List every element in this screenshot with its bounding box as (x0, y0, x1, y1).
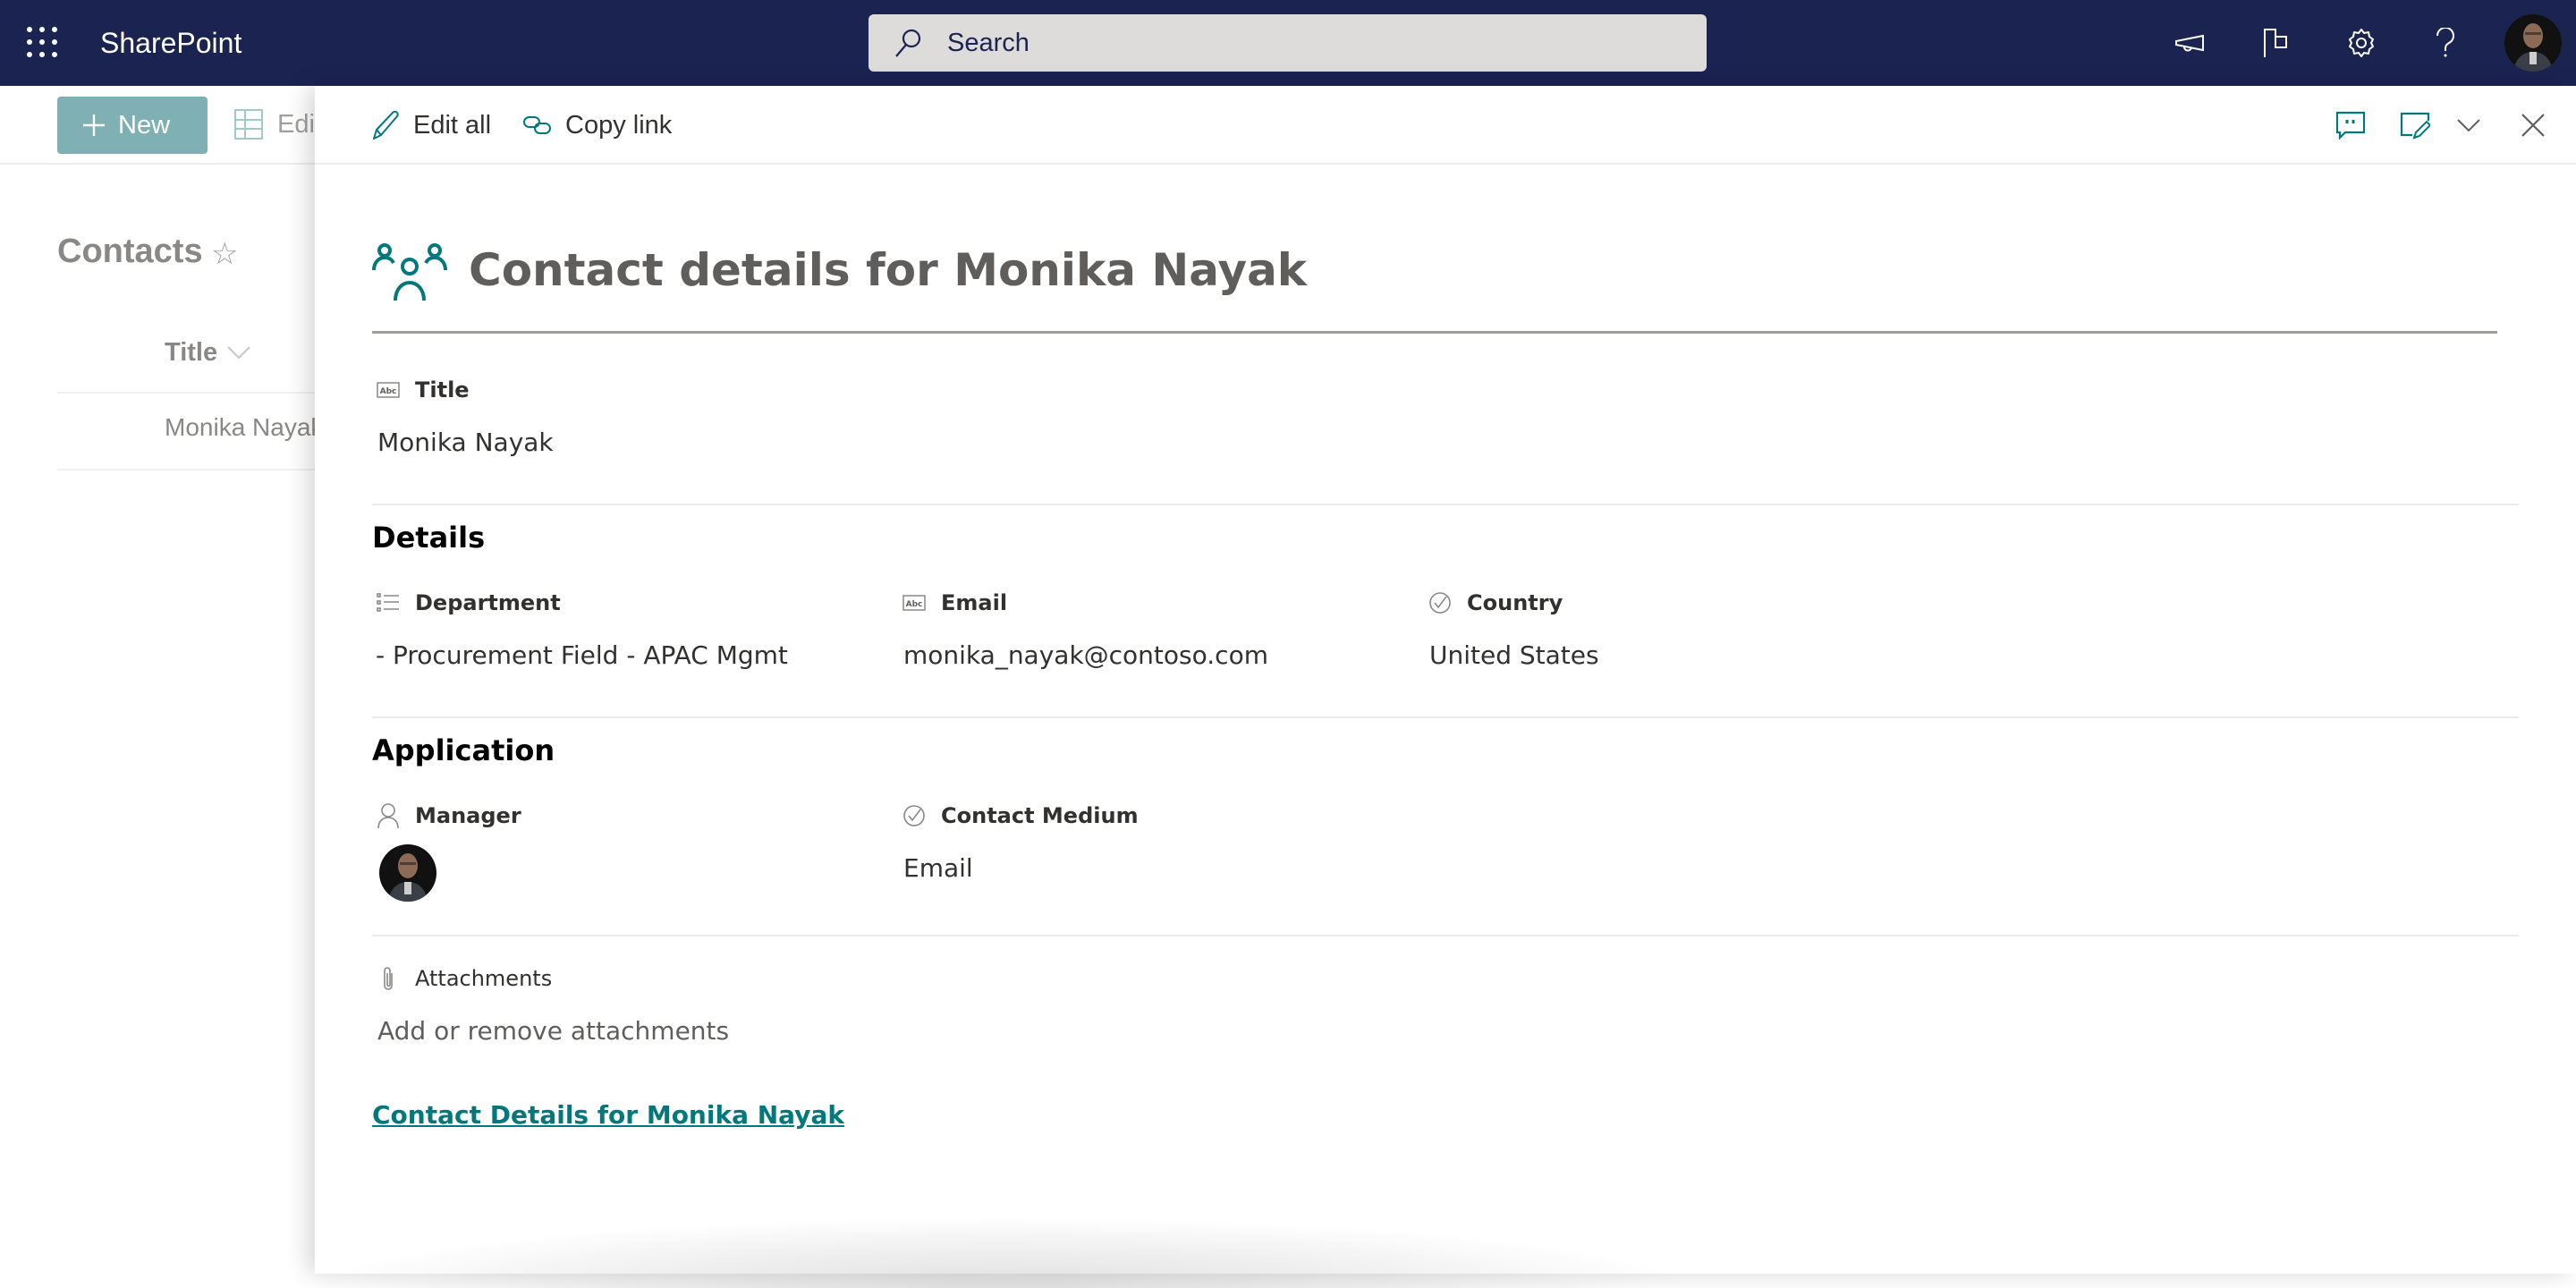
avatar[interactable] (2504, 14, 2562, 72)
field-label-title: Abc Title (376, 377, 470, 402)
megaphone-icon[interactable] (2168, 21, 2211, 64)
field-label-text: Title (415, 377, 470, 402)
svg-text:Abc: Abc (906, 600, 923, 609)
item-details-panel: Edit all Copy link Contact details for M… (315, 86, 2576, 1274)
field-label-text: Email (941, 590, 1008, 615)
divider (57, 469, 326, 470)
form-title: Contact details for Monika Nayak (469, 244, 1308, 296)
waffle-icon[interactable] (25, 25, 61, 61)
panel-toolbar: Edit all Copy link (315, 86, 2576, 165)
list-title: Contacts (57, 233, 203, 270)
field-value-department[interactable]: - Procurement Field - APAC Mgmt (376, 640, 788, 670)
link-icon (523, 116, 551, 134)
field-label-email: Abc Email (902, 590, 1007, 615)
field-label-text: Contact Medium (941, 803, 1139, 828)
divider (372, 504, 2519, 505)
new-button[interactable]: New (57, 97, 208, 154)
plus-icon (83, 114, 105, 136)
close-icon[interactable] (2515, 107, 2551, 143)
add-attachments-link[interactable]: Add or remove attachments (377, 1016, 729, 1046)
help-icon[interactable] (2424, 21, 2467, 64)
section-heading-details: Details (372, 521, 486, 555)
list-row-title[interactable]: Monika Nayak (165, 413, 323, 442)
search-icon (895, 29, 921, 57)
suite-header: SharePoint Search (0, 0, 2576, 86)
svg-text:Abc: Abc (380, 387, 397, 396)
field-label-department: Department (376, 590, 561, 615)
field-label-manager: Manager (376, 803, 521, 828)
copy-link-label: Copy link (565, 110, 673, 140)
field-label-text: Attachments (415, 966, 553, 991)
comments-icon[interactable] (2333, 107, 2368, 143)
gear-icon[interactable] (2340, 21, 2383, 64)
field-value-title[interactable]: Monika Nayak (377, 428, 554, 457)
divider (372, 716, 2519, 718)
pencil-icon (373, 110, 399, 140)
column-header-title[interactable]: Title (165, 338, 217, 368)
text-field-icon: Abc (376, 377, 401, 402)
flag-icon[interactable] (2254, 21, 2297, 64)
field-value-contact-medium[interactable]: Email (903, 853, 973, 883)
field-value-country[interactable]: United States (1429, 640, 1599, 670)
field-label-contact-medium: Contact Medium (902, 803, 1139, 828)
chevron-down-icon[interactable] (2451, 107, 2487, 143)
section-heading-application: Application (372, 733, 555, 767)
title-underline (372, 331, 2497, 334)
field-label-text: Country (1467, 590, 1563, 615)
search-placeholder: Search (947, 29, 1030, 57)
person-icon (376, 803, 401, 828)
field-label-text: Department (415, 590, 561, 615)
star-icon[interactable]: ☆ (211, 236, 238, 272)
paperclip-icon (376, 966, 401, 991)
people-icon (372, 243, 447, 301)
contact-details-link[interactable]: Contact Details for Monika Nayak (372, 1100, 844, 1130)
grid-view-icon[interactable] (234, 109, 263, 140)
new-button-label: New (118, 110, 171, 140)
manager-avatar[interactable] (379, 844, 436, 902)
choice-icon (902, 803, 927, 828)
app-name[interactable]: SharePoint (100, 21, 242, 64)
field-label-text: Manager (415, 803, 521, 828)
field-value-email[interactable]: monika_nayak@contoso.com (903, 640, 1268, 670)
list-icon (376, 590, 401, 615)
field-label-country: Country (1428, 590, 1563, 615)
chevron-down-icon[interactable] (227, 345, 250, 360)
edit-in-grid-view-button[interactable]: Edi (277, 107, 315, 141)
edit-all-label: Edit all (413, 110, 492, 140)
field-label-attachments: Attachments (376, 966, 552, 991)
bottom-shadow (304, 1216, 1699, 1288)
edit-all-button[interactable]: Edit all (372, 104, 491, 147)
copy-link-button[interactable]: Copy link (522, 104, 672, 147)
edit-form-icon[interactable] (2397, 107, 2433, 143)
search-input[interactable]: Search (869, 14, 1707, 72)
choice-icon (1428, 590, 1453, 615)
text-field-icon: Abc (902, 590, 927, 615)
divider (57, 392, 326, 394)
divider (372, 935, 2519, 936)
